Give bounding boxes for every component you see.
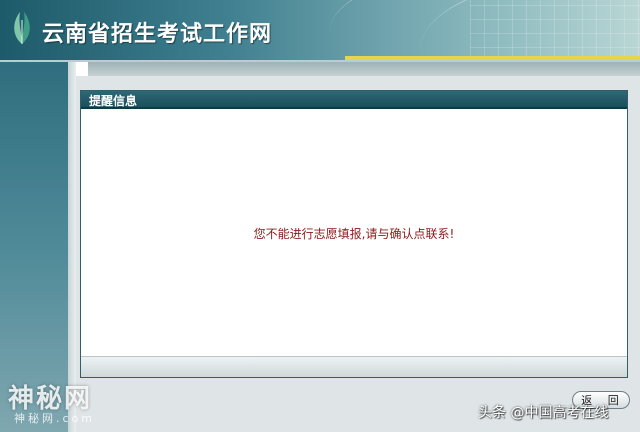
- panel-footer: [81, 356, 627, 377]
- notice-panel: 提醒信息 您不能进行志愿填报,请与确认点联系!: [80, 90, 628, 378]
- watermark-logo-sub: 神秘网.com: [14, 412, 95, 425]
- sub-header-strip: [88, 62, 640, 76]
- header-grid-decoration: [470, 0, 640, 62]
- site-header: 云南省招生考试工作网: [0, 0, 640, 62]
- notice-message: 您不能进行志愿填报,请与确认点联系!: [253, 227, 455, 241]
- leaf-logo-icon: [14, 12, 30, 44]
- panel-title: 提醒信息: [89, 94, 138, 108]
- left-sidebar: [0, 62, 68, 432]
- sidebar-edge: [68, 62, 76, 432]
- watermark-source: 头条 @中国高考在线: [478, 405, 609, 421]
- panel-header: 提醒信息: [81, 91, 627, 109]
- site-title: 云南省招生考试工作网: [42, 22, 273, 47]
